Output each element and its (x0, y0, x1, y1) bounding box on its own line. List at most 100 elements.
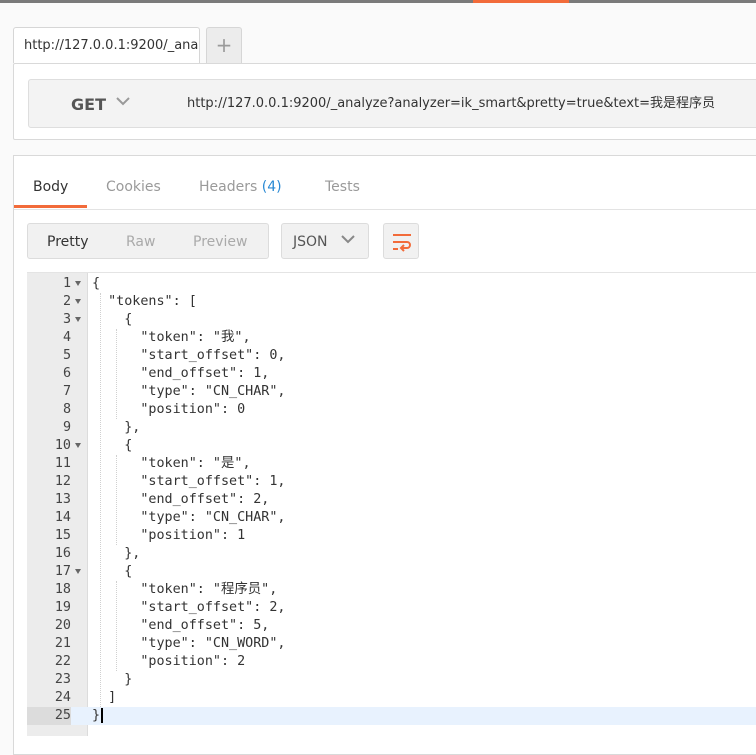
line-number: 15 (54, 528, 71, 543)
code-line[interactable]: 14 "type": "CN_CHAR", (27, 509, 756, 527)
code-line[interactable]: 2 "tokens": [ (27, 293, 756, 311)
code-line[interactable]: 17 { (27, 563, 756, 581)
language-select[interactable]: JSON (281, 223, 369, 259)
line-number: 5 (62, 348, 71, 363)
line-number: 10 (54, 438, 71, 453)
line-number: 9 (62, 420, 71, 435)
tab-cookies[interactable]: Cookies (106, 179, 161, 195)
code-text: "position": 1 (92, 528, 246, 543)
line-number: 7 (62, 384, 71, 399)
line-number: 11 (54, 456, 71, 471)
line-number: 16 (54, 546, 71, 561)
code-line[interactable]: 1{ (27, 275, 756, 293)
tab-headers-label: Headers (199, 179, 258, 195)
line-number: 24 (54, 690, 71, 705)
line-number: 8 (62, 402, 71, 417)
code-text: { (92, 564, 133, 579)
headers-count-badge: (4) (261, 179, 282, 195)
indent-guide (116, 581, 117, 671)
code-line[interactable]: 24 ] (27, 689, 756, 707)
code-text: "start_offset": 2, (92, 600, 286, 615)
response-code-editor[interactable]: 1{2 "tokens": [3 {4 "token": "我", 5 "star… (27, 272, 756, 736)
code-line[interactable]: 12 "start_offset": 1, (27, 473, 756, 491)
fold-arrow-icon[interactable] (75, 299, 81, 304)
code-line[interactable]: 13 "end_offset": 2, (27, 491, 756, 509)
line-number: 4 (62, 330, 71, 345)
code-line[interactable]: 19 "start_offset": 2, (27, 599, 756, 617)
code-line[interactable]: 7 "type": "CN_CHAR", (27, 383, 756, 401)
method-label: GET (71, 95, 106, 114)
code-line[interactable]: 5 "start_offset": 0, (27, 347, 756, 365)
code-line[interactable]: 20 "end_offset": 5, (27, 617, 756, 635)
fold-arrow-icon[interactable] (75, 569, 81, 574)
window-top-bar (0, 0, 756, 3)
line-number: 12 (54, 474, 71, 489)
format-preview-button[interactable]: Preview (193, 234, 248, 250)
code-line[interactable]: 6 "end_offset": 1, (27, 365, 756, 383)
language-label: JSON (293, 234, 328, 250)
wrap-lines-button[interactable] (383, 223, 419, 259)
line-number: 6 (62, 366, 71, 381)
wrap-lines-icon (393, 234, 411, 252)
line-number: 25 (27, 707, 71, 725)
code-line[interactable]: 4 "token": "我", (27, 329, 756, 347)
line-number: 14 (54, 510, 71, 525)
indent-guide (116, 329, 117, 419)
code-text: "position": 2 (92, 654, 246, 669)
plus-icon: + (215, 33, 233, 57)
code-line[interactable]: 3 { (27, 311, 756, 329)
code-line[interactable]: 23 } (27, 671, 756, 689)
tab-body[interactable]: Body (33, 179, 68, 195)
format-pretty-button[interactable]: Pretty (47, 234, 89, 250)
code-text: ] (92, 690, 117, 705)
code-text: "start_offset": 0, (92, 348, 286, 363)
new-tab-button[interactable]: + (206, 27, 242, 63)
tab-tests[interactable]: Tests (325, 179, 360, 195)
code-text: "end_offset": 1, (92, 366, 270, 381)
code-line[interactable]: 8 "position": 0 (27, 401, 756, 419)
request-tab[interactable]: http://127.0.0.1:9200/_ana (13, 27, 200, 63)
line-number: 23 (54, 672, 71, 687)
code-text: "type": "CN_CHAR", (92, 384, 286, 399)
code-text: } (92, 707, 104, 725)
code-line[interactable]: 21 "type": "CN_WORD", (27, 635, 756, 653)
code-line[interactable]: 22 "position": 2 (27, 653, 756, 671)
code-text: "position": 0 (92, 402, 246, 417)
tab-headers[interactable]: Headers (4) (199, 179, 282, 195)
code-line[interactable]: 10 { (27, 437, 756, 455)
code-text: "token": "程序员", (92, 582, 278, 597)
line-number: 2 (62, 294, 71, 309)
chevron-down-icon (341, 235, 355, 244)
code-line[interactable]: 18 "token": "程序员", (27, 581, 756, 599)
line-number: 18 (54, 582, 71, 597)
code-text: } (92, 672, 133, 687)
active-tab-underline (14, 205, 87, 208)
code-line[interactable]: 25} (27, 707, 756, 725)
code-text: "tokens": [ (92, 294, 197, 309)
line-number: 13 (54, 492, 71, 507)
code-line[interactable]: 16 }, (27, 545, 756, 563)
line-number: 3 (62, 312, 71, 327)
fold-arrow-icon[interactable] (75, 281, 81, 286)
code-line[interactable]: 9 }, (27, 419, 756, 437)
code-text: "type": "CN_WORD", (92, 636, 286, 651)
fold-arrow-icon[interactable] (75, 317, 81, 322)
line-number: 20 (54, 618, 71, 633)
line-number: 19 (54, 600, 71, 615)
format-toggle-group: Pretty Raw Preview (27, 223, 269, 259)
line-number: 22 (54, 654, 71, 669)
line-number: 17 (54, 564, 71, 579)
line-number: 21 (54, 636, 71, 651)
indent-guide (100, 293, 101, 707)
format-raw-button[interactable]: Raw (126, 234, 155, 250)
method-select[interactable]: GET (28, 79, 174, 128)
response-tabs: Body Cookies Headers (4) Tests (14, 156, 756, 210)
text-cursor (101, 707, 104, 723)
code-line[interactable]: 11 "token": "是", (27, 455, 756, 473)
chevron-down-icon (116, 97, 130, 106)
code-text: "start_offset": 1, (92, 474, 286, 489)
url-input[interactable]: http://127.0.0.1:9200/_analyze?analyzer=… (173, 79, 756, 128)
code-text: "end_offset": 5, (92, 618, 270, 633)
code-line[interactable]: 15 "position": 1 (27, 527, 756, 545)
fold-arrow-icon[interactable] (75, 443, 81, 448)
